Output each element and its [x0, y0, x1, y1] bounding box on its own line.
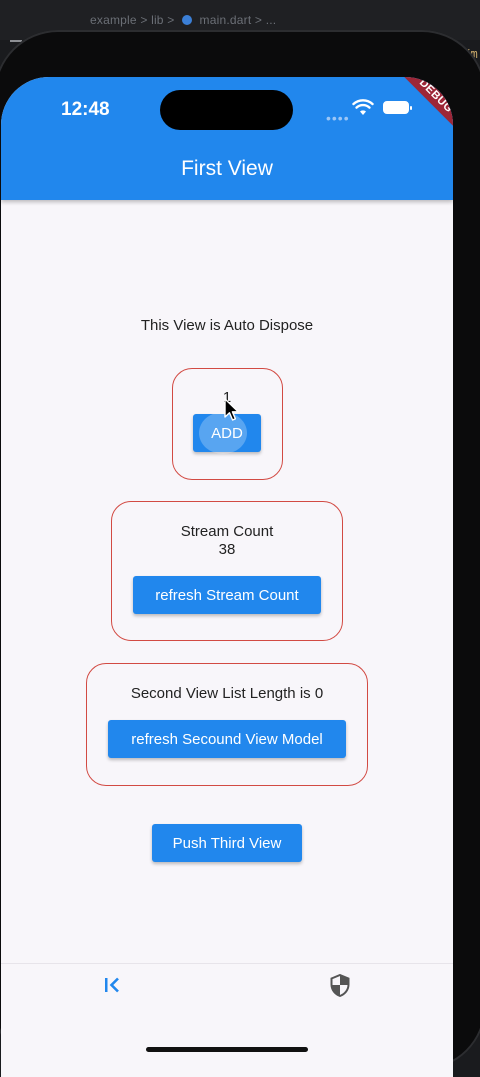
stream-count-box [111, 501, 343, 641]
app-bar: 12:48 •••• DEBUG First View [1, 77, 453, 200]
shield-icon[interactable] [330, 974, 350, 997]
breadcrumb-file[interactable]: main.dart [200, 13, 252, 27]
page-title: First View [181, 157, 273, 180]
push-third-view-label: Push Third View [172, 834, 282, 852]
dynamic-island [160, 90, 293, 130]
add-button-label: ADD [211, 424, 243, 442]
phone-frame: 12:48 •••• DEBUG First View This View is… [0, 30, 480, 1077]
push-third-view-button[interactable]: Push Third View [152, 824, 302, 862]
wifi-icon [352, 99, 374, 115]
refresh-stream-count-label: refresh Stream Count [155, 586, 299, 604]
first-page-icon[interactable] [104, 977, 122, 993]
breadcrumb-separator: > [254, 13, 263, 27]
refresh-stream-count-button[interactable]: refresh Stream Count [133, 576, 321, 614]
app-screen: 12:48 •••• DEBUG First View This View is… [1, 77, 453, 1077]
stream-count-value: 38 [218, 541, 236, 558]
stream-count-label: Stream Count [180, 523, 274, 540]
ide-breadcrumb: example > lib > main.dart > ... [90, 13, 276, 27]
breadcrumb-separator: > [140, 13, 148, 27]
breadcrumb-example[interactable]: example [90, 13, 137, 27]
auto-dispose-text: This View is Auto Dispose [140, 317, 314, 334]
breadcrumb-separator: > [167, 13, 175, 27]
breadcrumb-more[interactable]: ... [266, 13, 277, 27]
bottom-navigation [1, 963, 453, 1077]
refresh-second-view-button[interactable]: refresh Secound View Model [108, 720, 346, 758]
home-indicator[interactable] [146, 1047, 308, 1052]
battery-icon [383, 101, 412, 114]
breadcrumb-lib[interactable]: lib [151, 13, 164, 27]
mouse-cursor-icon [224, 398, 239, 421]
second-view-length-text: Second View List Length is 0 [130, 685, 324, 702]
cellular-signal-icon: •••• [326, 110, 350, 126]
dart-file-icon [182, 15, 192, 25]
status-time: 12:48 [61, 99, 110, 120]
refresh-second-view-label: refresh Secound View Model [131, 730, 323, 748]
